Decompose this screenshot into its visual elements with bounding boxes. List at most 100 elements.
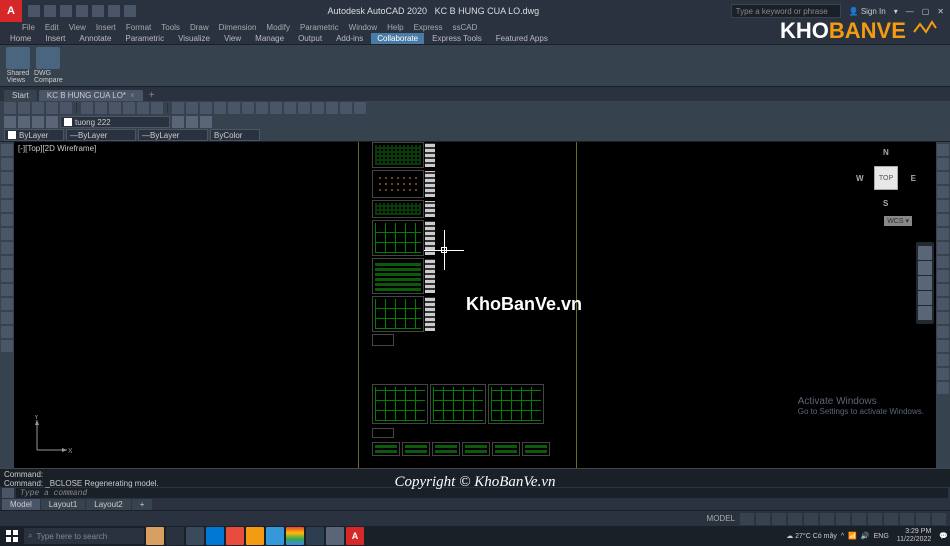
text-tool-icon[interactable] (1, 242, 13, 254)
view-cube[interactable]: N E S W TOP (856, 148, 916, 208)
rotate-icon[interactable] (937, 172, 949, 184)
autocad-logo-icon[interactable]: A (0, 0, 22, 22)
taskbar-search[interactable]: ⌕ Type here to search (24, 528, 144, 544)
task-app-9[interactable] (326, 527, 344, 545)
menu-parametric[interactable]: Parametric (300, 23, 339, 32)
tool-icon[interactable] (109, 102, 121, 114)
dim-tool-icon[interactable] (1, 256, 13, 268)
fillet-icon[interactable] (937, 242, 949, 254)
help-search-input[interactable]: Type a keyword or phrase (731, 4, 841, 18)
task-app-8[interactable] (306, 527, 324, 545)
showmotion-icon[interactable] (918, 306, 932, 320)
tool-icon[interactable] (298, 102, 310, 114)
saveas-icon[interactable] (76, 5, 88, 17)
mtext-tool-icon[interactable] (1, 326, 13, 338)
tool-icon[interactable] (186, 102, 198, 114)
tool-icon[interactable] (214, 102, 226, 114)
lineweight-toggle-icon[interactable] (836, 513, 850, 525)
tray-notifications-icon[interactable]: 💬 (939, 532, 948, 540)
task-app-5[interactable] (246, 527, 264, 545)
snap-toggle-icon[interactable] (756, 513, 770, 525)
layer-props-icon[interactable] (4, 116, 16, 128)
menu-modify[interactable]: Modify (266, 23, 290, 32)
open-icon[interactable] (44, 5, 56, 17)
plotstyle-select[interactable]: ByColor (210, 129, 260, 141)
task-app-1[interactable] (146, 527, 164, 545)
start-button[interactable] (2, 526, 22, 546)
wcs-selector[interactable]: WCS ▾ (884, 216, 912, 226)
task-autocad-icon[interactable]: A (346, 527, 364, 545)
minimize-button[interactable]: — (906, 7, 914, 16)
selection-cycling-icon[interactable] (868, 513, 882, 525)
tab-addins[interactable]: Add-ins (330, 33, 369, 44)
layer-lock-icon[interactable] (46, 116, 58, 128)
maximize-button[interactable]: ▢ (922, 7, 930, 16)
save-icon[interactable] (60, 5, 72, 17)
layout-tab-1[interactable]: Layout1 (41, 499, 85, 510)
explode-icon[interactable] (937, 312, 949, 324)
task-app-6[interactable] (266, 527, 284, 545)
menu-help[interactable]: Help (387, 23, 403, 32)
mirror-icon[interactable] (937, 186, 949, 198)
table-tool-icon[interactable] (1, 312, 13, 324)
dwg-compare-button[interactable]: DWG Compare (34, 47, 63, 84)
tab-view[interactable]: View (218, 33, 247, 44)
grid-toggle-icon[interactable] (740, 513, 754, 525)
tab-output[interactable]: Output (292, 33, 328, 44)
tool-icon[interactable] (123, 102, 135, 114)
leader-tool-icon[interactable] (1, 340, 13, 352)
new-icon[interactable] (28, 5, 40, 17)
menu-file[interactable]: File (22, 23, 35, 32)
tool-icon[interactable] (354, 102, 366, 114)
tool-icon[interactable] (172, 102, 184, 114)
orbit-icon[interactable] (918, 291, 932, 305)
transparency-toggle-icon[interactable] (852, 513, 866, 525)
tool-icon[interactable] (326, 102, 338, 114)
tool-icon[interactable] (95, 102, 107, 114)
steering-wheel-icon[interactable] (918, 246, 932, 260)
redo-icon[interactable] (124, 5, 136, 17)
tool-icon[interactable] (242, 102, 254, 114)
tool-icon[interactable] (228, 102, 240, 114)
layer-prev-icon[interactable] (186, 116, 198, 128)
region-tool-icon[interactable] (1, 298, 13, 310)
otrack-toggle-icon[interactable] (820, 513, 834, 525)
tool-icon[interactable] (137, 102, 149, 114)
chamfer-icon[interactable] (937, 256, 949, 268)
ellipse-tool-icon[interactable] (1, 214, 13, 226)
tool-icon[interactable] (151, 102, 163, 114)
block-tool-icon[interactable] (1, 270, 13, 282)
task-view-icon[interactable] (166, 527, 184, 545)
layout-tab-model[interactable]: Model (2, 499, 40, 510)
file-tab-drawing[interactable]: KC B HUNG CUA LO*× (39, 90, 143, 101)
shared-views-button[interactable]: Shared Views (6, 47, 30, 84)
tab-home[interactable]: Home (4, 33, 37, 44)
model-space-button[interactable]: MODEL (704, 514, 738, 523)
tool-icon[interactable] (4, 102, 16, 114)
tool-icon[interactable] (18, 102, 30, 114)
menu-sscad[interactable]: ssCAD (452, 23, 477, 32)
layer-state-icon[interactable] (200, 116, 212, 128)
align-icon[interactable] (937, 368, 949, 380)
weather-widget[interactable]: ☁ 27°C Có mây (786, 532, 837, 540)
viewport-label[interactable]: [-][Top][2D Wireframe] (18, 144, 96, 153)
add-tab-button[interactable]: + (145, 90, 159, 101)
tool-icon[interactable] (340, 102, 352, 114)
extend-icon[interactable] (937, 228, 949, 240)
task-explorer-icon[interactable] (186, 527, 204, 545)
pan-icon[interactable] (918, 261, 932, 275)
tool-icon[interactable] (284, 102, 296, 114)
menu-window[interactable]: Window (349, 23, 377, 32)
close-button[interactable]: ✕ (937, 7, 944, 16)
lineweight-select[interactable]: — ByLayer (138, 129, 208, 141)
model-viewport[interactable]: [-][Top][2D Wireframe] (14, 142, 936, 468)
layer-on-icon[interactable] (18, 116, 30, 128)
erase-icon[interactable] (937, 298, 949, 310)
tool-icon[interactable] (81, 102, 93, 114)
tab-collaborate[interactable]: Collaborate (371, 33, 424, 44)
join-icon[interactable] (937, 354, 949, 366)
tray-clock[interactable]: 3:29 PM 11/22/2022 (893, 528, 936, 544)
osnap-toggle-icon[interactable] (804, 513, 818, 525)
rect-tool-icon[interactable] (1, 200, 13, 212)
polyline-tool-icon[interactable] (1, 158, 13, 170)
